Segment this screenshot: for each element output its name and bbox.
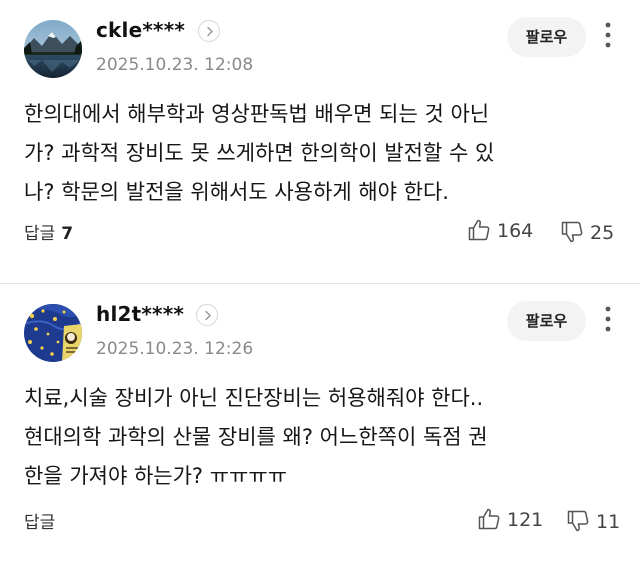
thumbs-up-icon [478,508,500,530]
timestamp: 2025.10.23. 12:08 [96,55,254,75]
chevron-right-icon[interactable] [198,20,220,42]
thumbs-up-icon [468,219,490,241]
reply-button[interactable]: 답글 [24,508,55,533]
thumbs-down-icon [561,221,583,243]
avatar[interactable] [24,20,82,78]
more-vertical-icon[interactable] [598,304,618,340]
chevron-right-icon[interactable] [196,304,218,326]
reply-count: 7 [61,224,74,244]
comment-body: 한의대에서 해부학과 영상판독법 배우면 되는 것 아닌 가? 과학적 장비도 … [24,102,495,204]
timestamp: 2025.10.23. 12:26 [96,339,254,359]
like-button[interactable]: 121 [477,506,547,534]
like-count: 164 [497,220,534,242]
thumbs-down-icon [567,510,589,532]
follow-button[interactable]: 팔로우 [507,17,586,57]
mountain-lake-avatar-image [24,20,82,78]
comment-body: 치료,시술 장비가 아닌 진단장비는 허용해줘야 한다.. 현대의학 과학의 산… [24,386,488,488]
follow-button[interactable]: 팔로우 [507,301,586,341]
dislike-button[interactable]: 25 [560,219,618,247]
dislike-button[interactable]: 11 [566,508,621,536]
reply-label: 답글 [24,224,56,244]
like-count: 121 [507,509,544,531]
dislike-count: 11 [596,511,621,533]
more-vertical-icon[interactable] [598,20,618,56]
avatar[interactable] [24,304,82,362]
reply-label: 답글 [24,513,56,533]
starry-night-avatar-image [24,304,82,362]
username[interactable]: ckle**** [96,18,185,42]
username[interactable]: hl2t**** [96,302,184,326]
comment-item: hl2t**** 2025.10.23. 12:26 팔로우 치료,시술 장비가… [0,284,640,564]
dislike-count: 25 [590,222,615,244]
reply-button[interactable]: 답글 7 [24,219,73,244]
comment-item: ckle**** 2025.10.23. 12:08 팔로우 한의대에서 해부학… [0,0,640,283]
like-button[interactable]: 164 [467,217,537,245]
